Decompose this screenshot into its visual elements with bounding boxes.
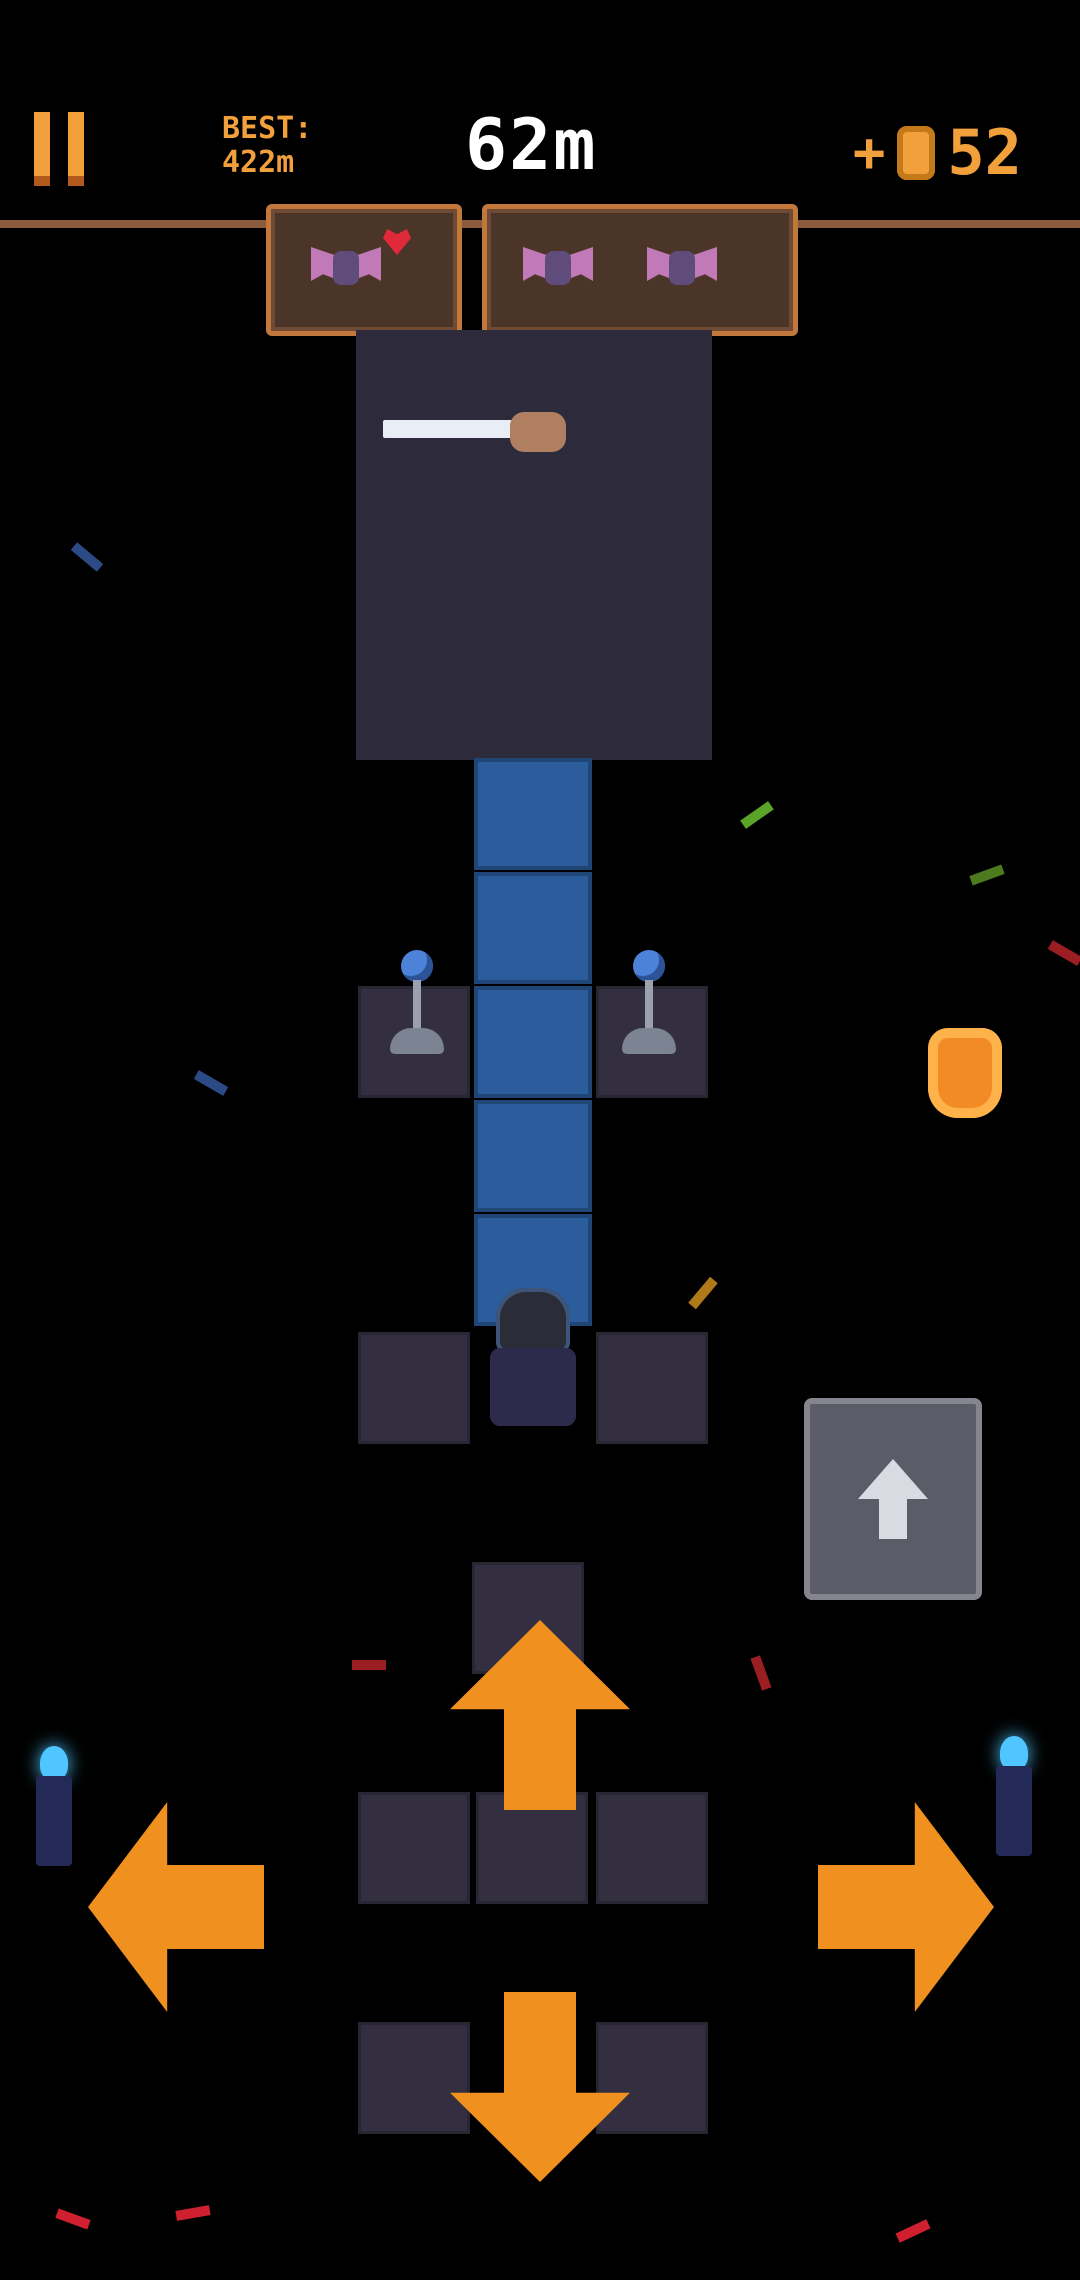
sword-trap: [383, 420, 513, 438]
dungeon-path: [356, 330, 712, 760]
confetti: [175, 2205, 211, 2221]
confetti: [688, 1276, 718, 1310]
floor-tile: [596, 1792, 708, 1904]
blue-flame-icon: [1000, 1736, 1028, 1770]
confetti: [1047, 940, 1080, 966]
move-left-button[interactable]: [88, 1802, 264, 2012]
confetti: [352, 1660, 386, 1670]
confetti: [969, 864, 1005, 886]
confetti: [895, 2219, 931, 2243]
torch-left: [30, 1746, 78, 1866]
ice-tile: [474, 758, 592, 870]
confetti: [55, 2208, 91, 2230]
orb-pedestal-right: [622, 950, 676, 1060]
confetti: [193, 1070, 229, 1096]
confetti: [750, 1655, 772, 1691]
best-value: 422m: [222, 145, 295, 180]
floor-tile: [596, 2022, 708, 2134]
jump-button[interactable]: [804, 1398, 982, 1600]
orb-pedestal-left: [390, 950, 444, 1060]
distance-counter: 62m: [465, 104, 598, 186]
coin-counter: + 52: [853, 116, 1022, 189]
floor-tile: [358, 1792, 470, 1904]
pause-icon-bar-right: [68, 112, 84, 186]
confetti: [70, 542, 104, 572]
enemy-panel-1: [266, 204, 462, 336]
enemy-panel-2: [482, 204, 798, 336]
confetti: [740, 801, 774, 829]
move-right-button[interactable]: [818, 1802, 994, 2012]
pause-icon-bar-left: [34, 112, 50, 186]
ice-tile: [474, 1100, 592, 1212]
coin-icon: [897, 125, 936, 180]
floor-tile: [358, 2022, 470, 2134]
lantern-pickup: [928, 1028, 1002, 1118]
bat-icon: [523, 239, 593, 295]
bat-icon: [311, 239, 381, 295]
ice-tile: [474, 872, 592, 984]
sword-hilt: [510, 412, 566, 452]
blue-flame-icon: [40, 1746, 68, 1780]
best-score: BEST: 422m: [222, 112, 312, 180]
bat-icon: [647, 239, 717, 295]
hud-rail-left: [0, 220, 268, 228]
pause-button[interactable]: [34, 112, 84, 186]
heart-icon: [383, 229, 411, 255]
coin-plus: +: [852, 121, 886, 184]
coin-count: 52: [947, 116, 1022, 189]
torch-right: [990, 1736, 1038, 1856]
hud-rail-right: [786, 220, 1080, 228]
floor-tile: [358, 1332, 470, 1444]
player-character: [478, 1288, 588, 1428]
ice-tile: [474, 986, 592, 1098]
arrow-up-icon: [858, 1459, 928, 1539]
floor-tile: [596, 1332, 708, 1444]
best-label: BEST:: [222, 111, 313, 146]
